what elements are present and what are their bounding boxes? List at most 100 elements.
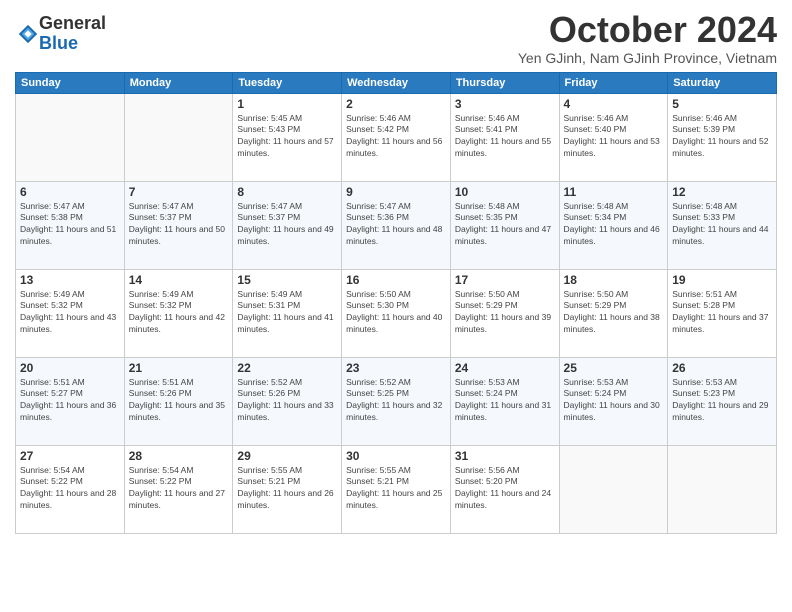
column-header-wednesday: Wednesday	[342, 72, 451, 93]
month-title: October 2024	[518, 10, 777, 50]
header: General Blue October 2024 Yen GJinh, Nam…	[15, 10, 777, 66]
day-number: 28	[129, 449, 229, 463]
day-info: Sunrise: 5:46 AMSunset: 5:39 PMDaylight:…	[672, 113, 772, 161]
day-info: Sunrise: 5:47 AMSunset: 5:37 PMDaylight:…	[237, 201, 337, 249]
calendar-cell: 29 Sunrise: 5:55 AMSunset: 5:21 PMDayligh…	[233, 445, 342, 533]
week-row-1: 1Sunrise: 5:45 AMSunset: 5:43 PMDaylight…	[16, 93, 777, 181]
day-info: Sunrise: 5:53 AMSunset: 5:23 PMDaylight:…	[672, 377, 772, 425]
calendar-cell: 26 Sunrise: 5:53 AMSunset: 5:23 PMDayligh…	[668, 357, 777, 445]
calendar-cell: 23Sunrise: 5:52 AMSunset: 5:25 PMDayligh…	[342, 357, 451, 445]
calendar-cell: 12Sunrise: 5:48 AMSunset: 5:33 PMDayligh…	[668, 181, 777, 269]
calendar-cell: 1Sunrise: 5:45 AMSunset: 5:43 PMDaylight…	[233, 93, 342, 181]
logo-blue: Blue	[39, 33, 78, 53]
day-info: Sunrise: 5:47 AMSunset: 5:37 PMDaylight:…	[129, 201, 229, 249]
day-number: 19	[672, 273, 772, 287]
column-header-friday: Friday	[559, 72, 668, 93]
day-number: 25	[564, 361, 664, 375]
day-number: 3	[455, 97, 555, 111]
day-info: Sunrise: 5:54 AMSunset: 5:22 PMDaylight:…	[129, 465, 229, 513]
column-header-saturday: Saturday	[668, 72, 777, 93]
day-number: 10	[455, 185, 555, 199]
day-number: 7	[129, 185, 229, 199]
calendar-cell: 31 Sunrise: 5:56 AMSunset: 5:20 PMDayligh…	[450, 445, 559, 533]
calendar-cell	[668, 445, 777, 533]
day-info: Sunrise: 5:48 AMSunset: 5:33 PMDaylight:…	[672, 201, 772, 249]
calendar-cell: 4 Sunrise: 5:46 AMSunset: 5:40 PMDaylight…	[559, 93, 668, 181]
day-info: Sunrise: 5:53 AMSunset: 5:24 PMDaylight:…	[455, 377, 555, 425]
calendar-cell: 13 Sunrise: 5:49 AMSunset: 5:32 PMDayligh…	[16, 269, 125, 357]
calendar-cell: 24Sunrise: 5:53 AMSunset: 5:24 PMDayligh…	[450, 357, 559, 445]
day-number: 6	[20, 185, 120, 199]
week-row-2: 6 Sunrise: 5:47 AMSunset: 5:38 PMDaylight…	[16, 181, 777, 269]
logo-general: General	[39, 13, 106, 33]
day-info: Sunrise: 5:54 AMSunset: 5:22 PMDaylight:…	[20, 465, 120, 513]
column-header-monday: Monday	[124, 72, 233, 93]
day-number: 13	[20, 273, 120, 287]
calendar-cell: 7 Sunrise: 5:47 AMSunset: 5:37 PMDaylight…	[124, 181, 233, 269]
day-info: Sunrise: 5:51 AMSunset: 5:28 PMDaylight:…	[672, 289, 772, 337]
day-number: 16	[346, 273, 446, 287]
day-number: 8	[237, 185, 337, 199]
day-info: Sunrise: 5:50 AMSunset: 5:29 PMDaylight:…	[455, 289, 555, 337]
calendar-cell: 15 Sunrise: 5:49 AMSunset: 5:31 PMDayligh…	[233, 269, 342, 357]
day-number: 31	[455, 449, 555, 463]
day-info: Sunrise: 5:51 AMSunset: 5:27 PMDaylight:…	[20, 377, 120, 425]
day-number: 2	[346, 97, 446, 111]
calendar-cell: 19 Sunrise: 5:51 AMSunset: 5:28 PMDayligh…	[668, 269, 777, 357]
header-row: SundayMondayTuesdayWednesdayThursdayFrid…	[16, 72, 777, 93]
day-number: 21	[129, 361, 229, 375]
calendar-cell: 25Sunrise: 5:53 AMSunset: 5:24 PMDayligh…	[559, 357, 668, 445]
calendar-cell: 3 Sunrise: 5:46 AMSunset: 5:41 PMDaylight…	[450, 93, 559, 181]
calendar-cell: 21 Sunrise: 5:51 AMSunset: 5:26 PMDayligh…	[124, 357, 233, 445]
day-number: 11	[564, 185, 664, 199]
calendar-cell: 14 Sunrise: 5:49 AMSunset: 5:32 PMDayligh…	[124, 269, 233, 357]
day-number: 4	[564, 97, 664, 111]
day-info: Sunrise: 5:52 AMSunset: 5:26 PMDaylight:…	[237, 377, 337, 425]
column-header-tuesday: Tuesday	[233, 72, 342, 93]
day-info: Sunrise: 5:49 AMSunset: 5:32 PMDaylight:…	[129, 289, 229, 337]
day-number: 14	[129, 273, 229, 287]
day-info: Sunrise: 5:48 AMSunset: 5:35 PMDaylight:…	[455, 201, 555, 249]
week-row-3: 13 Sunrise: 5:49 AMSunset: 5:32 PMDayligh…	[16, 269, 777, 357]
column-header-sunday: Sunday	[16, 72, 125, 93]
calendar-cell: 11 Sunrise: 5:48 AMSunset: 5:34 PMDayligh…	[559, 181, 668, 269]
day-number: 17	[455, 273, 555, 287]
calendar-cell	[124, 93, 233, 181]
calendar-cell: 8 Sunrise: 5:47 AMSunset: 5:37 PMDaylight…	[233, 181, 342, 269]
day-info: Sunrise: 5:55 AMSunset: 5:21 PMDaylight:…	[346, 465, 446, 513]
day-number: 15	[237, 273, 337, 287]
day-number: 26	[672, 361, 772, 375]
calendar-cell: 22Sunrise: 5:52 AMSunset: 5:26 PMDayligh…	[233, 357, 342, 445]
subtitle: Yen GJinh, Nam GJinh Province, Vietnam	[518, 50, 777, 66]
day-number: 29	[237, 449, 337, 463]
day-number: 30	[346, 449, 446, 463]
day-info: Sunrise: 5:50 AMSunset: 5:29 PMDaylight:…	[564, 289, 664, 337]
day-info: Sunrise: 5:47 AMSunset: 5:38 PMDaylight:…	[20, 201, 120, 249]
logo: General Blue	[15, 14, 106, 54]
day-info: Sunrise: 5:51 AMSunset: 5:26 PMDaylight:…	[129, 377, 229, 425]
calendar-cell: 9Sunrise: 5:47 AMSunset: 5:36 PMDaylight…	[342, 181, 451, 269]
day-info: Sunrise: 5:56 AMSunset: 5:20 PMDaylight:…	[455, 465, 555, 513]
day-info: Sunrise: 5:49 AMSunset: 5:32 PMDaylight:…	[20, 289, 120, 337]
day-info: Sunrise: 5:46 AMSunset: 5:40 PMDaylight:…	[564, 113, 664, 161]
title-area: October 2024 Yen GJinh, Nam GJinh Provin…	[518, 10, 777, 66]
logo-text: General Blue	[39, 14, 106, 54]
day-info: Sunrise: 5:52 AMSunset: 5:25 PMDaylight:…	[346, 377, 446, 425]
day-info: Sunrise: 5:46 AMSunset: 5:41 PMDaylight:…	[455, 113, 555, 161]
week-row-5: 27Sunrise: 5:54 AMSunset: 5:22 PMDayligh…	[16, 445, 777, 533]
day-number: 5	[672, 97, 772, 111]
day-info: Sunrise: 5:55 AMSunset: 5:21 PMDaylight:…	[237, 465, 337, 513]
day-info: Sunrise: 5:48 AMSunset: 5:34 PMDaylight:…	[564, 201, 664, 249]
calendar-table: SundayMondayTuesdayWednesdayThursdayFrid…	[15, 72, 777, 534]
calendar-cell: 5 Sunrise: 5:46 AMSunset: 5:39 PMDaylight…	[668, 93, 777, 181]
day-number: 20	[20, 361, 120, 375]
day-info: Sunrise: 5:50 AMSunset: 5:30 PMDaylight:…	[346, 289, 446, 337]
calendar-cell: 10 Sunrise: 5:48 AMSunset: 5:35 PMDayligh…	[450, 181, 559, 269]
day-number: 18	[564, 273, 664, 287]
calendar-cell: 17 Sunrise: 5:50 AMSunset: 5:29 PMDayligh…	[450, 269, 559, 357]
day-info: Sunrise: 5:46 AMSunset: 5:42 PMDaylight:…	[346, 113, 446, 161]
day-info: Sunrise: 5:47 AMSunset: 5:36 PMDaylight:…	[346, 201, 446, 249]
calendar-cell: 16 Sunrise: 5:50 AMSunset: 5:30 PMDayligh…	[342, 269, 451, 357]
day-info: Sunrise: 5:49 AMSunset: 5:31 PMDaylight:…	[237, 289, 337, 337]
calendar-cell: 20 Sunrise: 5:51 AMSunset: 5:27 PMDayligh…	[16, 357, 125, 445]
